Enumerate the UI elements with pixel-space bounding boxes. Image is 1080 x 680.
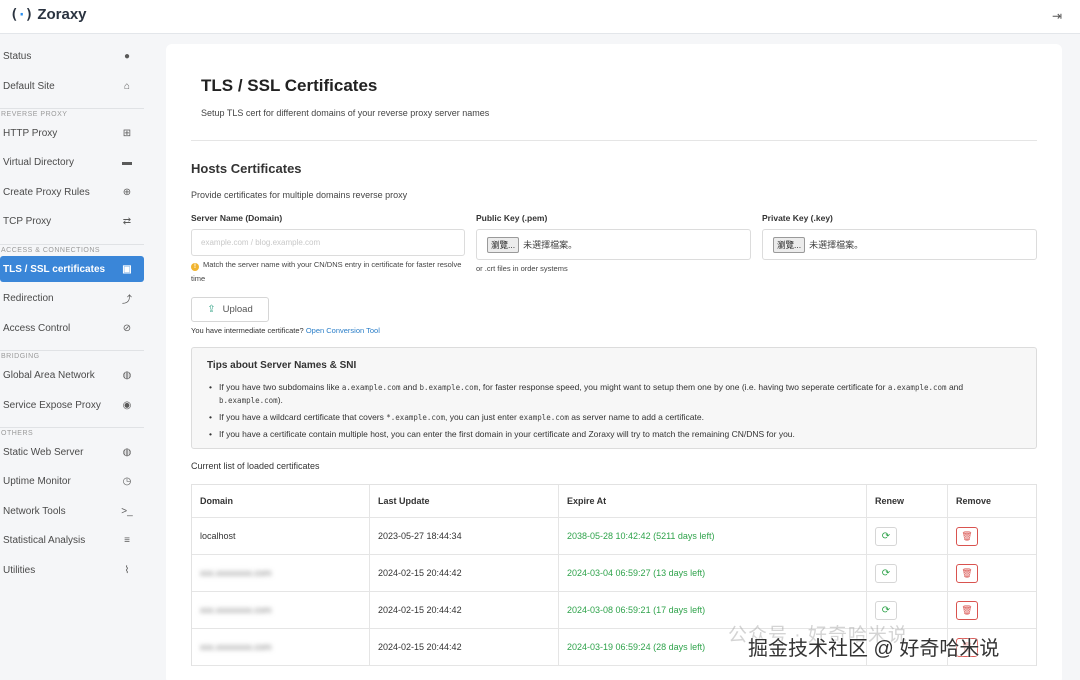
tip-subdomains: If you have two subdomains like a.exampl… [209, 381, 1019, 407]
sidebar-item-http-proxy[interactable]: HTTP Proxy ⊞ [0, 120, 144, 146]
cell-expire-at: 2038-05-28 10:42:42 (5211 days left) [559, 518, 867, 554]
upload-button[interactable]: ⇪ Upload [191, 297, 269, 322]
cell-last-update: 2024-02-15 20:44:42 [370, 629, 559, 665]
sidebar-item-access-control[interactable]: Access Control ⊘ [0, 315, 144, 341]
top-bar: (·) Zoraxy ⇥ [0, 0, 1080, 34]
cell-domain: xxx.xxxxxxxx.com [200, 568, 272, 578]
app-name: Zoraxy [37, 6, 87, 23]
header-expire-at[interactable]: Expire At [559, 485, 867, 517]
tips-box: Tips about Server Names & SNI If you hav… [191, 347, 1037, 449]
tip-multiple-host: If you have a certificate contain multip… [209, 428, 1019, 440]
server-name-label: Server Name (Domain) [191, 213, 283, 223]
sidebar-item-status[interactable]: Status ● [0, 43, 144, 69]
sidebar-item-utilities[interactable]: Utilities ⌇ [0, 557, 144, 583]
sidebar-item-create-proxy-rules[interactable]: Create Proxy Rules ⊕ [0, 179, 144, 205]
public-key-label: Public Key (.pem) [476, 213, 548, 223]
tip-wildcard: If you have a wildcard certificate that … [209, 411, 1019, 424]
folder-icon: ▬ [122, 156, 132, 168]
private-key-browse-button[interactable]: 瀏覽... [773, 236, 806, 253]
level-up-icon: ⤴ [122, 294, 132, 306]
exchange-icon: ⇄ [122, 215, 132, 227]
table-row: localhost 2023-05-27 18:44:34 2038-05-28… [192, 518, 1036, 555]
page-subtitle: Setup TLS cert for different domains of … [201, 108, 490, 118]
tips-title: Tips about Server Names & SNI [207, 360, 357, 371]
public-key-file-input[interactable]: 瀏覽... 未選擇檔案。 [476, 229, 751, 260]
header-renew: Renew [867, 485, 948, 517]
hosts-certificates-subtitle: Provide certificates for multiple domain… [191, 190, 408, 200]
cell-last-update: 2024-02-15 20:44:42 [370, 592, 559, 628]
remove-button[interactable]: 🗑 [956, 600, 978, 620]
sidebar: Status ● Default Site ⌂ REVERSE PROXY HTTP… [0, 35, 150, 680]
intermediate-cert-note: You have intermediate certificate? Open … [191, 326, 380, 335]
cell-domain: xxx.xxxxxxxx.com [200, 642, 272, 652]
info-circle-icon: ● [123, 50, 131, 62]
cell-expire-at: 2024-03-04 06:59:27 (13 days left) [559, 555, 867, 591]
private-key-file-input[interactable]: 瀏覽... 未選擇檔案。 [762, 229, 1037, 260]
tips-list: If you have two subdomains like a.exampl… [209, 381, 1019, 444]
public-key-hint: or .crt files in order systems [476, 264, 568, 273]
cell-last-update: 2024-02-15 20:44:42 [370, 555, 559, 591]
watermark-main: 掘金技术社区 @ 好奇哈米说 [748, 638, 1000, 660]
hosts-certificates-title: Hosts Certificates [191, 161, 302, 176]
logout-icon[interactable]: ⇥ [1052, 9, 1062, 23]
private-key-label: Private Key (.key) [762, 213, 833, 223]
logo-icon: (·) [10, 6, 33, 23]
private-key-file-status: 未選擇檔案。 [809, 240, 864, 250]
plus-square-icon: ⊕ [122, 186, 132, 198]
server-name-input[interactable]: example.com / blog.example.com [191, 229, 465, 256]
cert-list-title: Current list of loaded certificates [191, 461, 320, 471]
header-last-update[interactable]: Last Update [370, 485, 559, 517]
app-logo[interactable]: (·) Zoraxy [10, 6, 87, 23]
cell-last-update: 2023-05-27 18:44:34 [370, 518, 559, 554]
upload-icon: ⇪ [207, 304, 216, 315]
lock-icon: ▣ [122, 263, 132, 275]
table-header-row: Domain Last Update Expire At Renew Remov… [192, 485, 1036, 518]
sidebar-item-service-expose-proxy[interactable]: Service Expose Proxy ◉ [0, 392, 144, 418]
sidebar-item-uptime-monitor[interactable]: Uptime Monitor ◷ [0, 468, 144, 494]
globe-icon: ◍ [122, 446, 132, 458]
sitemap-icon: ⊞ [122, 127, 132, 139]
header-domain[interactable]: Domain [192, 485, 370, 517]
terminal-icon: >_ [121, 505, 133, 517]
watermark: 公众号 · 好奇哈米说 掘金技术社区 @ 好奇哈米说 [728, 620, 1073, 668]
header-remove: Remove [956, 496, 992, 506]
database-icon: ≡ [124, 534, 130, 546]
page-title: TLS / SSL Certificates [201, 76, 378, 95]
sidebar-item-statistical-analysis[interactable]: Statistical Analysis ≡ [0, 527, 144, 553]
sidebar-group-reverse-proxy: REVERSE PROXY [0, 108, 144, 118]
sidebar-item-global-area-network[interactable]: Global Area Network ◍ [0, 362, 144, 388]
main-content-card: TLS / SSL Certificates Setup TLS cert fo… [166, 44, 1062, 680]
paperclip-icon: ⌇ [124, 564, 130, 576]
renew-button[interactable]: ⟳ [875, 526, 897, 546]
warning-icon: ! [191, 263, 199, 271]
sidebar-item-network-tools[interactable]: Network Tools >_ [0, 498, 144, 524]
divider [191, 140, 1037, 141]
sidebar-item-default-site[interactable]: Default Site ⌂ [0, 73, 144, 99]
public-key-file-status: 未選擇檔案。 [523, 240, 578, 250]
sidebar-item-static-web-server[interactable]: Static Web Server ◍ [0, 439, 144, 465]
sidebar-item-virtual-directory[interactable]: Virtual Directory ▬ [0, 149, 144, 175]
sidebar-group-bridging: BRIDGING [0, 350, 144, 360]
renew-button[interactable]: ⟳ [875, 563, 897, 583]
remove-button[interactable]: 🗑 [956, 563, 978, 583]
clock-icon: ◷ [122, 475, 132, 487]
remove-button[interactable]: 🗑 [956, 526, 978, 546]
cell-domain: xxx.xxxxxxxx.com [200, 605, 272, 615]
podcast-icon: ◉ [122, 399, 132, 411]
open-conversion-tool-link[interactable]: Open Conversion Tool [306, 326, 380, 335]
globe-icon: ◍ [122, 369, 132, 381]
cell-domain: localhost [192, 518, 370, 554]
renew-button[interactable]: ⟳ [875, 600, 897, 620]
table-row: xxx.xxxxxxxx.com 2024-02-15 20:44:42 202… [192, 555, 1036, 592]
server-name-hint: ! Match the server name with your CN/DNS … [191, 260, 462, 283]
sidebar-item-redirection[interactable]: Redirection ⤴ [0, 285, 144, 311]
sidebar-group-access: ACCESS & CONNECTIONS [0, 244, 144, 254]
home-icon: ⌂ [123, 80, 131, 92]
sidebar-group-others: OTHERS [0, 427, 144, 437]
sidebar-item-tls-ssl[interactable]: TLS / SSL certificates ▣ [0, 256, 144, 282]
sidebar-item-tcp-proxy[interactable]: TCP Proxy ⇄ [0, 208, 144, 234]
ban-icon: ⊘ [122, 322, 132, 334]
public-key-browse-button[interactable]: 瀏覽... [487, 236, 520, 253]
